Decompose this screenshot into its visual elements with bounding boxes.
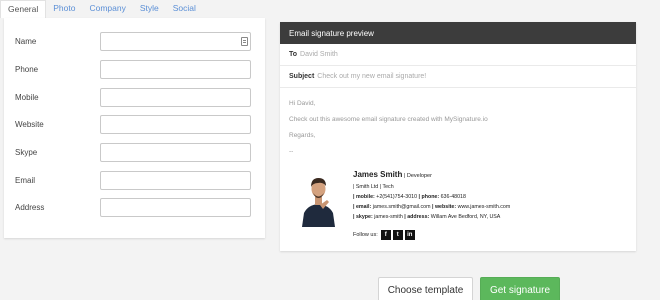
mobile-label: Mobile	[15, 93, 39, 102]
body-text: Check out this awesome email signature c…	[289, 116, 488, 123]
website-value: www.james-smith.com	[456, 204, 511, 210]
website-label: Website	[15, 120, 44, 129]
signature-name: James Smith | Developer	[353, 170, 432, 179]
signature-separator: --	[289, 148, 294, 155]
linkedin-icon[interactable]: in	[404, 230, 415, 240]
follow-us-label: Follow us:	[353, 232, 378, 238]
phone-value: 636-48018	[439, 194, 466, 200]
facebook-icon[interactable]: f	[380, 230, 391, 240]
contact-card-icon[interactable]	[241, 37, 248, 46]
signature-email-line: | email: james.smith@gmail.com | website…	[353, 204, 510, 210]
skype-field[interactable]	[100, 143, 251, 162]
email-preview-panel: Email signature preview To David Smith Su…	[280, 22, 636, 251]
to-label: To	[289, 51, 298, 58]
address-label: | address:	[402, 214, 430, 220]
signature-title: | Developer	[402, 173, 432, 179]
form-row-website: Website	[4, 115, 265, 135]
signature-phone-line: | mobile: +2(541)754-3010 | phone: 636-4…	[353, 194, 466, 200]
general-form-panel: Name Phone Mobile Website Skype Email Ad…	[4, 18, 265, 238]
address-value: Willam Ave Bedford, NY, USA	[429, 214, 501, 220]
form-row-skype: Skype	[4, 143, 265, 163]
phone-label: | phone:	[417, 194, 440, 200]
settings-tabs: General Photo Company Style Social	[0, 0, 203, 18]
skype-value: james-smith	[372, 214, 403, 220]
tab-style[interactable]: Style	[133, 0, 166, 18]
skype-label: | skype:	[353, 214, 373, 220]
subject-label: Subject	[289, 73, 315, 80]
form-row-address: Address	[4, 198, 265, 218]
tab-general[interactable]: General	[0, 0, 47, 18]
website-label: | website:	[430, 204, 457, 210]
signature-company-line: | Smith Ltd | Tech	[353, 184, 394, 190]
subject-value: Check out my new email signature!	[317, 73, 427, 80]
skype-label: Skype	[15, 148, 38, 157]
address-field[interactable]	[100, 198, 251, 217]
follow-us-row: Follow us: f t in	[353, 230, 415, 240]
signature-photo	[300, 169, 337, 227]
name-field[interactable]	[100, 32, 251, 51]
form-row-name: Name	[4, 32, 265, 52]
signature-name-text: James Smith	[353, 170, 403, 179]
website-field[interactable]	[100, 115, 251, 134]
closing-text: Regards,	[289, 132, 316, 139]
phone-label: Phone	[15, 65, 39, 74]
tab-social[interactable]: Social	[166, 0, 203, 18]
mobile-value: +2(541)754-3010	[374, 194, 418, 200]
phone-field[interactable]	[100, 60, 251, 79]
twitter-icon[interactable]: t	[392, 230, 403, 240]
mobile-field[interactable]	[100, 88, 251, 107]
to-line: To David Smith	[280, 44, 636, 66]
tab-company[interactable]: Company	[82, 0, 132, 18]
form-row-mobile: Mobile	[4, 88, 265, 108]
to-value: David Smith	[300, 51, 338, 58]
name-label: Name	[15, 37, 37, 46]
email-field[interactable]	[100, 171, 251, 190]
email-label: Email	[15, 176, 36, 185]
email-value: james.smith@gmail.com	[371, 204, 431, 210]
email-label: | email:	[353, 204, 372, 210]
signature-skype-line: | skype: james-smith | address: Willam A…	[353, 214, 500, 220]
choose-template-button[interactable]: Choose template	[378, 277, 473, 300]
form-row-phone: Phone	[4, 60, 265, 80]
greeting-text: Hi David,	[289, 100, 316, 107]
form-row-email: Email	[4, 171, 265, 191]
address-label: Address	[15, 203, 45, 212]
mobile-label: | mobile:	[353, 194, 375, 200]
tab-photo[interactable]: Photo	[46, 0, 82, 18]
get-signature-button[interactable]: Get signature	[480, 277, 560, 300]
preview-header: Email signature preview	[280, 22, 636, 44]
subject-line: Subject Check out my new email signature!	[280, 66, 636, 88]
